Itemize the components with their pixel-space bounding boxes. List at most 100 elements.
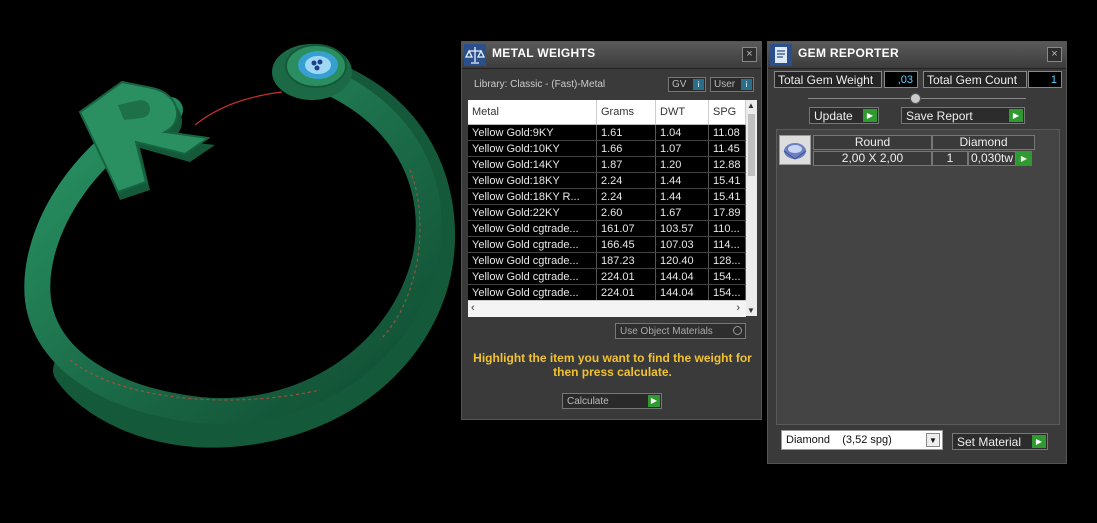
report-icon: [770, 44, 792, 66]
metal-table: Metal Grams DWT SPG Yellow Gold:9KY 1.61 1…: [468, 100, 757, 316]
user-label: User: [714, 79, 736, 90]
scroll-left-icon[interactable]: ‹: [471, 302, 475, 314]
gem-reporter-title: GEM REPORTER: [798, 46, 899, 60]
metal-name-cell: Yellow Gold:9KY: [468, 124, 597, 141]
radio-icon: [733, 326, 742, 335]
update-button[interactable]: Update ▶: [809, 107, 879, 124]
metal-weights-title: METAL WEIGHTS: [492, 46, 596, 60]
spg-cell: 15.41: [708, 188, 746, 205]
dwt-cell: 103.57: [655, 220, 709, 237]
spg-cell: 17.89: [708, 204, 746, 221]
gem-material-header: Diamond: [932, 135, 1035, 150]
update-label: Update: [814, 109, 853, 123]
table-row[interactable]: Yellow Gold:9KY 1.61 1.04 11.08: [468, 124, 746, 141]
scroll-right-icon[interactable]: ›: [736, 302, 740, 314]
play-arrow-icon: ▶: [1032, 435, 1046, 448]
gem-shape-header: Round: [813, 135, 932, 150]
total-gem-count-label: Total Gem Count: [923, 71, 1027, 88]
dwt-cell: 1.04: [655, 124, 709, 141]
gem-thumbnail[interactable]: [779, 135, 811, 165]
column-header-grams[interactable]: Grams: [596, 100, 656, 125]
gem-size-cell[interactable]: 2,00 X 2,00: [813, 151, 932, 166]
dwt-cell: 144.04: [655, 284, 709, 301]
calculate-button[interactable]: Calculate ▶: [562, 393, 662, 409]
table-row[interactable]: Yellow Gold cgtrade... 161.07 103.57 110...: [468, 220, 746, 237]
spg-cell: 15.41: [708, 172, 746, 189]
spg-cell: 110...: [708, 220, 746, 237]
grams-cell: 161.07: [596, 220, 656, 237]
spg-cell: 12.88: [708, 156, 746, 173]
grams-cell: 224.01: [596, 268, 656, 285]
calculate-label: Calculate: [567, 396, 609, 407]
save-report-button[interactable]: Save Report ▶: [901, 107, 1025, 124]
table-row[interactable]: Yellow Gold:18KY 2.24 1.44 15.41: [468, 172, 746, 189]
3d-viewport[interactable]: [0, 0, 460, 523]
panel-slider[interactable]: [808, 93, 1026, 104]
dwt-cell: 1.44: [655, 188, 709, 205]
spg-cell: 11.45: [708, 140, 746, 157]
table-row[interactable]: Yellow Gold:10KY 1.66 1.07 11.45: [468, 140, 746, 157]
scroll-up-icon[interactable]: ▲: [747, 101, 755, 110]
chevron-down-icon: ▼: [926, 433, 940, 447]
use-object-materials-toggle[interactable]: Use Object Materials: [615, 323, 746, 339]
metal-weights-close-button[interactable]: ×: [742, 47, 757, 62]
grams-cell: 224.01: [596, 284, 656, 301]
dwt-cell: 1.44: [655, 172, 709, 189]
scroll-thumb[interactable]: [748, 114, 755, 176]
column-header-dwt[interactable]: DWT: [655, 100, 709, 125]
table-row[interactable]: Yellow Gold cgtrade... 166.45 107.03 114...: [468, 236, 746, 253]
gem-reporter-titlebar[interactable]: GEM REPORTER ×: [768, 42, 1066, 69]
total-gem-weight-label: Total Gem Weight: [774, 71, 882, 88]
close-icon: ×: [1051, 48, 1058, 60]
instruction-text: Highlight the item you want to find the …: [473, 351, 752, 379]
spg-cell: 154...: [708, 268, 746, 285]
dwt-cell: 1.07: [655, 140, 709, 157]
grams-cell: 2.24: [596, 172, 656, 189]
column-header-spg[interactable]: SPG: [708, 100, 746, 125]
table-row[interactable]: Yellow Gold cgtrade... 224.01 144.04 154...: [468, 268, 746, 285]
grams-cell: 2.60: [596, 204, 656, 221]
table-vertical-scrollbar[interactable]: ▲ ▼: [746, 100, 757, 316]
grams-cell: 166.45: [596, 236, 656, 253]
material-select[interactable]: Diamond (3,52 spg) ▼: [781, 430, 943, 450]
gem-reporter-close-button[interactable]: ×: [1047, 47, 1062, 62]
play-arrow-icon: ▶: [648, 395, 660, 407]
grams-cell: 1.61: [596, 124, 656, 141]
column-header-metal[interactable]: Metal: [468, 100, 597, 125]
gem-reporter-panel: GEM REPORTER × Total Gem Weight ,03 Tota…: [767, 41, 1067, 464]
slider-knob[interactable]: [910, 93, 921, 104]
gem-row-play-icon[interactable]: ▶: [1016, 151, 1032, 166]
table-header-row: Metal Grams DWT SPG: [468, 100, 746, 125]
gv-label: GV: [672, 79, 687, 90]
table-row[interactable]: Yellow Gold:22KY 2.60 1.67 17.89: [468, 204, 746, 221]
spg-cell: 114...: [708, 236, 746, 253]
table-row[interactable]: Yellow Gold:14KY 1.87 1.20 12.88: [468, 156, 746, 173]
spg-cell: 154...: [708, 284, 746, 301]
table-row[interactable]: Yellow Gold cgtrade... 187.23 120.40 128...: [468, 252, 746, 269]
gv-toggle[interactable]: GV i: [668, 77, 706, 92]
close-icon: ×: [746, 48, 753, 60]
scale-icon: [464, 44, 486, 66]
metal-name-cell: Yellow Gold cgtrade...: [468, 220, 597, 237]
table-row[interactable]: Yellow Gold cgtrade... 224.01 144.04 154...: [468, 284, 746, 301]
use-object-materials-label: Use Object Materials: [620, 326, 713, 337]
gem-weight-cell[interactable]: 0,030tw: [968, 151, 1016, 166]
metal-weights-titlebar[interactable]: METAL WEIGHTS ×: [462, 42, 761, 69]
set-material-button[interactable]: Set Material ▶: [952, 433, 1048, 450]
play-arrow-icon: ▶: [863, 109, 877, 122]
metal-name-cell: Yellow Gold cgtrade...: [468, 284, 597, 301]
table-horizontal-scrollbar[interactable]: ‹ ›: [468, 300, 746, 317]
scroll-down-icon[interactable]: ▼: [747, 306, 755, 315]
metal-name-cell: Yellow Gold cgtrade...: [468, 236, 597, 253]
metal-name-cell: Yellow Gold:18KY R...: [468, 188, 597, 205]
letter-r-model: [78, 80, 215, 200]
metal-name-cell: Yellow Gold cgtrade...: [468, 252, 597, 269]
gem-list: Round Diamond 2,00 X 2,00 1 0,030tw ▶: [776, 129, 1060, 425]
grams-cell: 2.24: [596, 188, 656, 205]
toggle-switch-icon: i: [693, 79, 704, 90]
set-material-label: Set Material: [957, 435, 1022, 449]
table-row[interactable]: Yellow Gold:18KY R... 2.24 1.44 15.41: [468, 188, 746, 205]
metal-name-cell: Yellow Gold:22KY: [468, 204, 597, 221]
user-toggle[interactable]: User i: [710, 77, 754, 92]
gem-count-cell[interactable]: 1: [932, 151, 968, 166]
